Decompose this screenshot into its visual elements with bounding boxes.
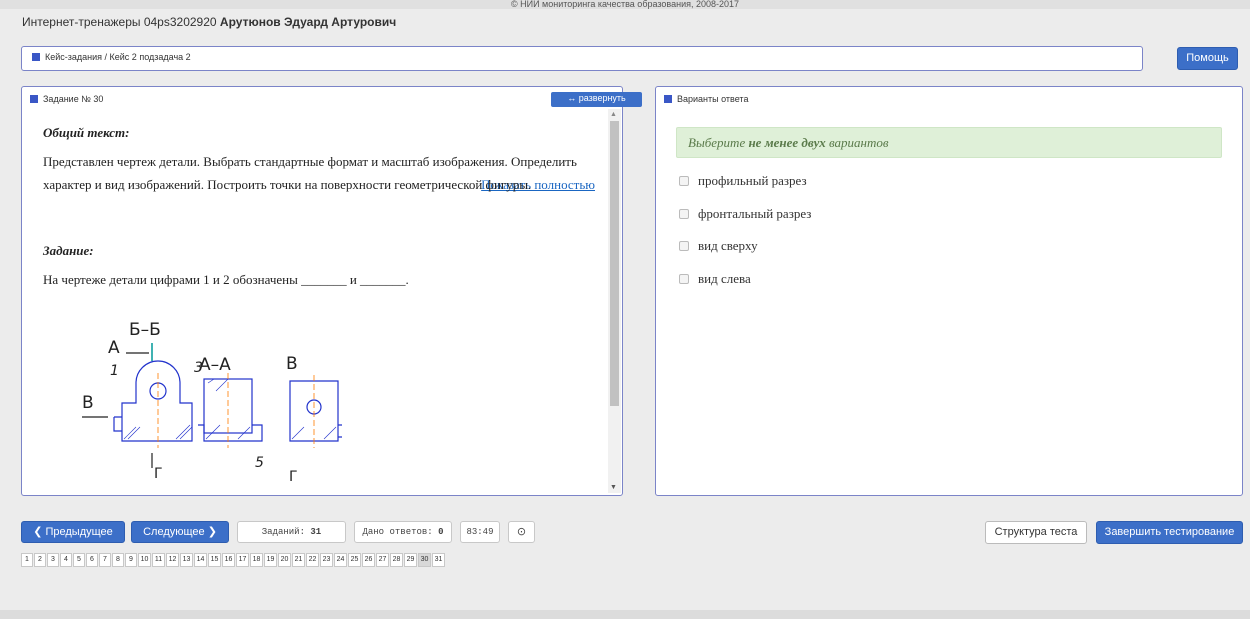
label-3: 3: [194, 360, 203, 376]
answers-count: 0: [438, 527, 444, 537]
label-g2: Г: [289, 469, 298, 483]
answers-label: Дано ответов:: [362, 527, 439, 537]
answers-title-text: Варианты ответа: [677, 94, 749, 104]
page-button[interactable]: 19: [264, 553, 277, 567]
page-navigator: 1 2 3 4 5 6 7 8 9 10 11 12 13 14 15 16 17 18 19 20 21 22 23 24 2…: [21, 553, 446, 567]
tasks-count: 31: [310, 527, 322, 537]
user-prefix: Интернет-тренажеры 04ps3202920: [22, 15, 217, 29]
page-button[interactable]: 20: [278, 553, 291, 567]
page-button[interactable]: 30: [418, 553, 431, 567]
page-button[interactable]: 15: [208, 553, 221, 567]
page-button[interactable]: 28: [390, 553, 403, 567]
timer: 83:49: [460, 521, 500, 543]
scroll-thumb[interactable]: [610, 121, 619, 406]
page-button[interactable]: 29: [404, 553, 417, 567]
page-button[interactable]: 7: [99, 553, 111, 567]
task-title: Задание № 30: [30, 94, 103, 104]
help-button[interactable]: Помощь: [1177, 47, 1238, 70]
page-button[interactable]: 31: [432, 553, 445, 567]
page-button[interactable]: 18: [250, 553, 263, 567]
checkbox[interactable]: [679, 209, 689, 219]
hint-suffix: вариантов: [825, 135, 889, 150]
page-button[interactable]: 11: [152, 553, 165, 567]
option-label: фронтальный разрез: [698, 206, 812, 221]
square-icon: [32, 53, 40, 61]
copyright-top: © НИИ мониторинга качества образования, …: [0, 0, 1250, 9]
prev-button[interactable]: ❮ Предыдущее: [21, 521, 125, 543]
task-heading: Задание:: [43, 243, 94, 258]
tasks-counter: Заданий: 31: [237, 521, 346, 543]
label-bb: Б–Б: [129, 320, 161, 340]
hint-bold: не менее двух: [748, 135, 826, 150]
label-v-top: В: [286, 354, 298, 374]
general-heading: Общий текст:: [43, 125, 130, 140]
answer-option[interactable]: фронтальный разрез: [679, 206, 811, 222]
label-b-left: В: [82, 393, 94, 413]
option-label: вид сверху: [698, 238, 758, 253]
page-button[interactable]: 5: [73, 553, 85, 567]
test-structure-button[interactable]: Структура теста: [985, 521, 1087, 544]
label-aa: А–А: [199, 355, 231, 375]
answers-panel: Варианты ответа Выберите не менее двух в…: [655, 86, 1243, 496]
page-button[interactable]: 24: [334, 553, 347, 567]
answer-hint: Выберите не менее двух вариантов: [676, 127, 1222, 158]
page-button[interactable]: 1: [21, 553, 33, 567]
page-button[interactable]: 2: [34, 553, 46, 567]
answers-title: Варианты ответа: [664, 94, 748, 104]
user-name: Арутюнов Эдуард Артурович: [219, 15, 397, 29]
bottom-bar: [0, 610, 1250, 619]
page-button[interactable]: 23: [320, 553, 333, 567]
answer-option[interactable]: профильный разрез: [679, 173, 807, 189]
task-title-text: Задание № 30: [43, 94, 104, 104]
page-button[interactable]: 27: [376, 553, 389, 567]
page-button[interactable]: 6: [86, 553, 98, 567]
square-icon: [664, 95, 672, 103]
general-text: Представлен чертеж детали. Выбрать станд…: [43, 154, 577, 192]
expand-button[interactable]: ↔ развернуть: [551, 92, 642, 107]
task-content: Общий текст: Представлен чертеж детали. …: [43, 125, 595, 291]
label-1: 1: [110, 363, 119, 379]
hint-prefix: Выберите: [688, 135, 749, 150]
task-panel: Задание № 30 ↔ развернуть Общий текст: П…: [21, 86, 642, 496]
square-icon: [30, 95, 38, 103]
page-button[interactable]: 21: [292, 553, 305, 567]
page-button[interactable]: 22: [306, 553, 319, 567]
page-button[interactable]: 16: [222, 553, 235, 567]
technical-drawing: Б–Б А А–А В В 1 3 4 5 6 Г Г: [82, 320, 342, 483]
page-button[interactable]: 12: [166, 553, 179, 567]
task-scrollbar[interactable]: ▲ ▼: [608, 109, 621, 493]
option-label: профильный разрез: [698, 173, 807, 188]
answer-option[interactable]: вид сверху: [679, 238, 758, 254]
page-button[interactable]: 25: [348, 553, 361, 567]
next-button[interactable]: Следующее ❯: [131, 521, 229, 543]
answer-option[interactable]: вид слева: [679, 271, 751, 287]
breadcrumb: Кейс-задания / Кейс 2 подзадача 2: [21, 46, 1143, 71]
page-button[interactable]: 3: [47, 553, 59, 567]
task-text: На чертеже детали цифрами 1 и 2 обозначе…: [43, 272, 409, 287]
page-button[interactable]: 17: [236, 553, 249, 567]
page-button[interactable]: 10: [138, 553, 151, 567]
answers-counter: Дано ответов: 0: [354, 521, 452, 543]
checkbox[interactable]: [679, 241, 689, 251]
scroll-down-icon[interactable]: ▼: [610, 484, 617, 491]
clock-icon[interactable]: ⊙: [508, 521, 535, 543]
option-label: вид слева: [698, 271, 751, 286]
breadcrumb-text: Кейс-задания / Кейс 2 подзадача 2: [45, 52, 191, 62]
tasks-label: Заданий:: [261, 527, 311, 537]
label-5: 5: [255, 455, 264, 471]
label-a: А: [108, 338, 120, 358]
page-button[interactable]: 4: [60, 553, 72, 567]
page-button[interactable]: 8: [112, 553, 124, 567]
user-line: Интернет-тренажеры 04ps3202920 Арутюнов …: [22, 15, 396, 29]
label-g1: Г: [154, 466, 163, 482]
page-button[interactable]: 13: [180, 553, 193, 567]
checkbox[interactable]: [679, 176, 689, 186]
page-button[interactable]: 26: [362, 553, 375, 567]
finish-test-button[interactable]: Завершить тестирование: [1096, 521, 1243, 544]
page-button[interactable]: 9: [125, 553, 137, 567]
checkbox[interactable]: [679, 274, 689, 284]
page-button[interactable]: 14: [194, 553, 207, 567]
scroll-up-icon[interactable]: ▲: [610, 111, 617, 118]
